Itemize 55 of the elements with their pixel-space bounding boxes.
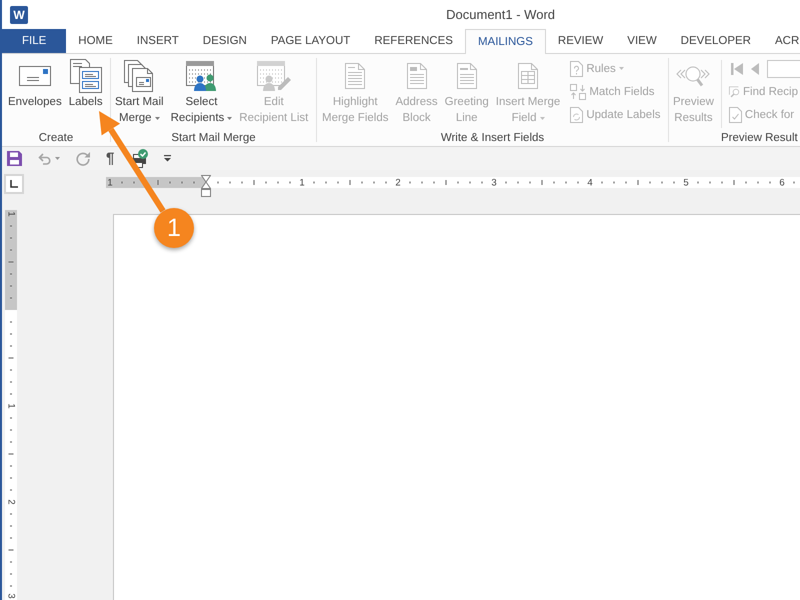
labels-button[interactable]: Labels (66, 54, 106, 110)
group-label: Preview Result (720, 131, 799, 146)
ruler-number: 1 (107, 177, 113, 188)
pilcrow-toggle[interactable]: ¶ (106, 150, 114, 166)
calendar-pencil-icon (256, 61, 291, 91)
ribbon-tab[interactable]: DEVELOPER (668, 29, 763, 53)
printer-check-icon[interactable] (130, 149, 148, 168)
ribbon-tab[interactable]: PAGE LAYOUT (258, 29, 362, 53)
ribbon-tab[interactable]: REVIEW (546, 29, 616, 53)
envelopes-button[interactable]: Envelopes (5, 54, 65, 110)
ruler-number: 1 (299, 177, 305, 188)
window-title: Document1 - Word (446, 7, 555, 22)
document-line-icon (456, 63, 477, 89)
record-number-field[interactable] (766, 60, 800, 78)
swap-boxes-icon (570, 84, 586, 100)
group-label: Create (38, 131, 74, 146)
app-logo-icon: W (10, 6, 28, 24)
ribbon-tab[interactable]: HOME (66, 29, 125, 53)
group-label: Write & Insert Fields (440, 131, 546, 146)
left-tab-icon (10, 180, 18, 188)
ruler-number: 1 (6, 211, 16, 217)
customize-caret-icon[interactable] (164, 155, 172, 162)
tab-stop-selector[interactable] (4, 174, 24, 194)
ruler-number: 2 (6, 499, 16, 505)
ruler-number: 1 (6, 403, 16, 409)
document-stack-icon (124, 60, 154, 92)
group-label: Start Mail Merge (170, 131, 257, 146)
document-grid-icon (518, 63, 538, 89)
start-mail-merge-button[interactable]: Start Mail Merge (112, 54, 167, 126)
ribbon-tab[interactable]: VIEW (615, 29, 669, 53)
ribbon-tab[interactable]: REFERENCES (362, 29, 465, 53)
ruler-number: 3 (6, 593, 16, 599)
people-calendar-icon (186, 61, 216, 91)
file-tab[interactable]: FILE (2, 29, 66, 53)
indent-marker[interactable] (201, 175, 211, 197)
ruler-number: 3 (491, 177, 497, 188)
magnifier-icon (676, 64, 710, 88)
ribbon-tab[interactable]: MAILINGS (464, 29, 546, 54)
document-lines-icon (345, 63, 366, 89)
ruler-number: 4 (587, 177, 593, 188)
label-sheets-icon (70, 59, 102, 93)
search-icon (728, 84, 740, 100)
ruler-number: 6 (779, 177, 785, 188)
ribbon-tab[interactable]: DESIGN (190, 29, 259, 53)
document-question-icon (570, 60, 584, 76)
document-refresh-icon (570, 106, 584, 122)
ribbon-tab[interactable]: INSERT (124, 29, 191, 53)
ribbon-tab[interactable]: ACR (762, 29, 800, 53)
ruler-number: 5 (683, 177, 689, 188)
ruler-number: 2 (395, 177, 401, 188)
select-recipients-button[interactable]: Select Recipients (168, 54, 236, 126)
envelope-icon (18, 66, 51, 86)
document-block-icon (406, 63, 427, 89)
save-icon[interactable] (7, 151, 22, 166)
document-check-icon (728, 106, 742, 122)
